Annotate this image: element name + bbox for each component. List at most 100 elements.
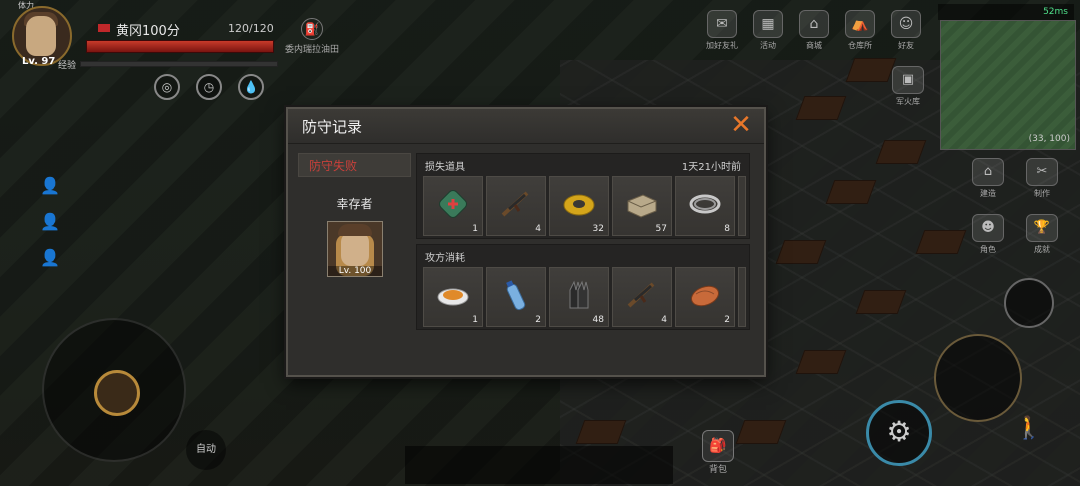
map-coordinates: (33, 100) [1028, 134, 1070, 144]
crate-icon: ▣ [892, 66, 924, 94]
add-friend-icon[interactable]: 👤 [38, 248, 62, 272]
joystick-knob[interactable] [94, 370, 140, 416]
item-slot[interactable]: 48 [549, 267, 609, 327]
duct-tape-icon [563, 194, 595, 216]
chat-bar[interactable] [405, 446, 673, 484]
shop-icon: ⌂ [799, 10, 829, 38]
flag-icon [98, 24, 110, 32]
friend-gift-button[interactable]: ✉ 加好友礼 [700, 10, 744, 51]
item-slot[interactable]: 1 [423, 176, 483, 236]
craft-icon: ✂ [1026, 158, 1058, 186]
status-bar: 52ms [938, 4, 1074, 20]
defense-record-dialog: 防守记录 ✕ 防守失败 幸存者 Lv. 100 损失道具 1天21小时前 1 4… [286, 107, 766, 377]
auto-label: 自动 [196, 444, 216, 455]
build-label: 建造 [980, 189, 996, 198]
water-drop-icon[interactable]: 💧 [238, 74, 264, 100]
item-count: 8 [724, 224, 730, 234]
survivor-label: 幸存者 [336, 197, 373, 211]
item-slot[interactable]: 32 [549, 176, 609, 236]
walk-icon[interactable]: 🚶 [1014, 416, 1044, 456]
close-icon[interactable]: ✕ [728, 112, 754, 138]
craft-label: 制作 [1034, 189, 1050, 198]
auto-button[interactable]: 自动 [186, 430, 226, 470]
character-icon: ☻ [972, 214, 1004, 242]
event-button[interactable]: ▦ 活动 [746, 10, 790, 51]
wire-coil-icon [689, 194, 721, 214]
player-name: 黄冈100分 [116, 24, 180, 39]
item-slot[interactable]: 2 [486, 267, 546, 327]
lost-items-title: 损失道具 [425, 162, 465, 173]
hp-text: 120/120 [228, 22, 274, 35]
craft-button[interactable]: ✂ 制作 [1022, 158, 1062, 199]
character-label: 角色 [980, 245, 996, 254]
cash-stack-icon [627, 194, 657, 218]
tent-icon: ⛺ [845, 10, 875, 38]
top-menu: ✉ 加好友礼 ▦ 活动 ⌂ 商城 ⛺ 仓库所 ☺ 好友 [700, 10, 930, 51]
attack-button[interactable] [934, 334, 1022, 422]
build-icon: ⌂ [972, 158, 1004, 186]
tab-defense-failed[interactable]: 防守失败 [298, 153, 411, 177]
event-label: 活动 [760, 41, 776, 50]
player-level: Lv. 97 [22, 56, 56, 67]
survivor-avatar[interactable]: Lv. 100 [327, 221, 383, 277]
achievement-button[interactable]: 🏆 成就 [1022, 214, 1062, 255]
scroll-edge [738, 267, 746, 327]
movement-joystick[interactable] [42, 318, 186, 462]
scroll-edge [738, 176, 746, 236]
gloves-icon [569, 280, 589, 309]
character-button[interactable]: ☻ 角色 [968, 214, 1008, 255]
oil-derrick-icon: ⛽ [301, 18, 323, 40]
item-count: 2 [724, 315, 730, 325]
ping-text: 52ms [1043, 7, 1068, 17]
food-plate-icon [437, 288, 469, 306]
attacker-consumption-title: 攻方消耗 [425, 253, 465, 264]
shelter-button[interactable]: ⛺ 仓库所 [838, 10, 882, 51]
shop-button[interactable]: ⌂ 商城 [792, 10, 836, 51]
item-slot[interactable]: 57 [612, 176, 672, 236]
shelter-label: 仓库所 [848, 41, 872, 50]
dialog-header: 防守记录 ✕ [288, 109, 764, 144]
secondary-action-button[interactable] [1004, 278, 1054, 328]
exp-label: 经验 [58, 61, 77, 71]
ak47-rifle-icon [627, 282, 655, 308]
build-button[interactable]: ⌂ 建造 [968, 158, 1008, 199]
friends-button[interactable]: ☺ 好友 [884, 10, 928, 51]
backpack-label: 背包 [708, 465, 727, 475]
exp-bar [80, 61, 278, 67]
friends-label: 好友 [898, 41, 914, 50]
dialog-title: 防守记录 [302, 118, 363, 136]
shop-label: 商城 [806, 41, 822, 50]
item-count: 1 [472, 315, 478, 325]
clock-icon[interactable]: ◷ [196, 74, 222, 100]
compass-icon[interactable]: ◎ [154, 74, 180, 100]
item-count: 48 [592, 315, 604, 325]
minimap[interactable] [940, 20, 1076, 150]
add-friend-icon[interactable]: 👤 [38, 212, 62, 236]
item-slot[interactable]: 8 [675, 176, 735, 236]
item-count: 57 [655, 224, 667, 234]
item-slot[interactable]: 2 [675, 267, 735, 327]
item-slot[interactable]: 1 [423, 267, 483, 327]
record-time: 1天21小时前 [681, 162, 741, 173]
oil-field-button[interactable]: ⛽ 委内瑞拉油田 [282, 18, 342, 55]
hp-bar [86, 40, 274, 53]
item-slot[interactable]: 4 [486, 176, 546, 236]
record-sidebar: 防守失败 幸存者 Lv. 100 [298, 153, 413, 363]
achievement-label: 成就 [1034, 245, 1050, 254]
arsenal-label: 军火库 [896, 97, 920, 106]
item-count: 4 [661, 315, 667, 325]
settings-gear-icon[interactable]: ⚙ [866, 400, 932, 466]
calendar-icon: ▦ [753, 10, 783, 38]
friends-icon: ☺ [891, 10, 921, 38]
item-slot[interactable]: 4 [612, 267, 672, 327]
arsenal-button[interactable]: ▣ 军火库 [888, 66, 928, 107]
attacker-consumption-section: 攻方消耗 1 2 48 4 2 [416, 244, 750, 330]
oil-field-label: 委内瑞拉油田 [284, 45, 339, 55]
roasted-meat-icon [690, 285, 720, 307]
add-friend-icon[interactable]: 👤 [38, 176, 62, 200]
item-count: 1 [472, 224, 478, 234]
backpack-button[interactable]: 🎒 背包 [696, 430, 740, 475]
item-count: 2 [535, 315, 541, 325]
lost-items-section: 损失道具 1天21小时前 1 4 32 57 8 [416, 153, 750, 239]
trophy-icon: 🏆 [1026, 214, 1058, 242]
